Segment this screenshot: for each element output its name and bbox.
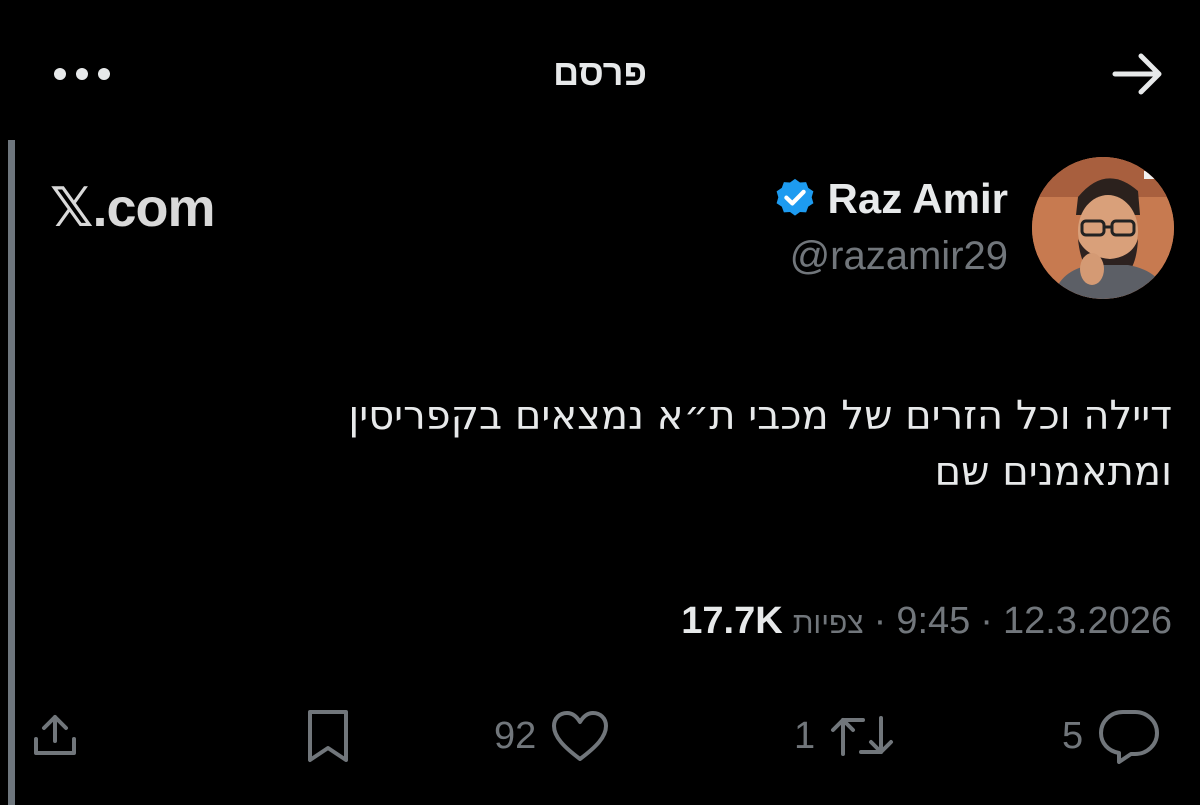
author-name-row: Raz Amir bbox=[772, 168, 1009, 230]
back-button[interactable] bbox=[1108, 48, 1168, 100]
author-handle: @razamir29 bbox=[789, 234, 1008, 278]
like-count: 92 bbox=[494, 714, 537, 757]
reply-icon bbox=[1099, 710, 1160, 764]
retweet-button[interactable]: 1 bbox=[794, 700, 895, 772]
author-block[interactable]: Raz Amir @razamir29 bbox=[772, 168, 1009, 279]
views-label: צפיות bbox=[792, 607, 864, 640]
page-title: פרסם bbox=[553, 52, 647, 93]
tweet-time: 9:45 bbox=[896, 600, 971, 642]
top-bar: פרסם bbox=[0, 0, 1200, 140]
share-button[interactable] bbox=[30, 700, 80, 772]
post-screen: פרסם 𝕏.com Raz Amir @razamir29 דיילה וכל… bbox=[0, 0, 1200, 805]
share-icon bbox=[34, 715, 76, 755]
verified-badge-icon bbox=[776, 178, 813, 216]
retweet-count: 1 bbox=[794, 714, 816, 757]
avatar-image bbox=[1032, 157, 1174, 299]
author-name: Raz Amir bbox=[827, 175, 1009, 222]
arrow-right-icon bbox=[1112, 53, 1162, 95]
bookmark-icon bbox=[308, 710, 348, 762]
action-bar: 92 1 5 bbox=[0, 700, 1200, 772]
tweet-text-line-2: ומתאמנים שם bbox=[934, 449, 1172, 495]
heart-icon bbox=[552, 711, 609, 761]
more-horizontal-icon bbox=[54, 68, 110, 80]
source-label: 𝕏.com bbox=[50, 178, 216, 238]
like-button[interactable]: 92 bbox=[494, 700, 610, 772]
reply-count: 5 bbox=[1062, 714, 1084, 757]
meta-separator: · bbox=[873, 600, 887, 642]
tweet-date: 12.3.2026 bbox=[1002, 600, 1172, 642]
meta-separator: · bbox=[980, 600, 993, 642]
tweet-meta: 17.7K צפיות · 9:45 · 12.3.2026 bbox=[681, 600, 1172, 643]
tweet-text: דיילה וכל הזרים של מכבי ת״א נמצאים בקפרי… bbox=[172, 388, 1172, 500]
reply-button[interactable]: 5 bbox=[1062, 700, 1161, 772]
retweet-icon bbox=[831, 716, 894, 756]
tweet-text-line-1: דיילה וכל הזרים של מכבי ת״א נמצאים בקפרי… bbox=[348, 393, 1172, 439]
bookmark-button[interactable] bbox=[302, 700, 354, 772]
views-count: 17.7K bbox=[681, 600, 783, 642]
more-options-button[interactable] bbox=[50, 56, 114, 92]
avatar[interactable] bbox=[1032, 157, 1174, 299]
